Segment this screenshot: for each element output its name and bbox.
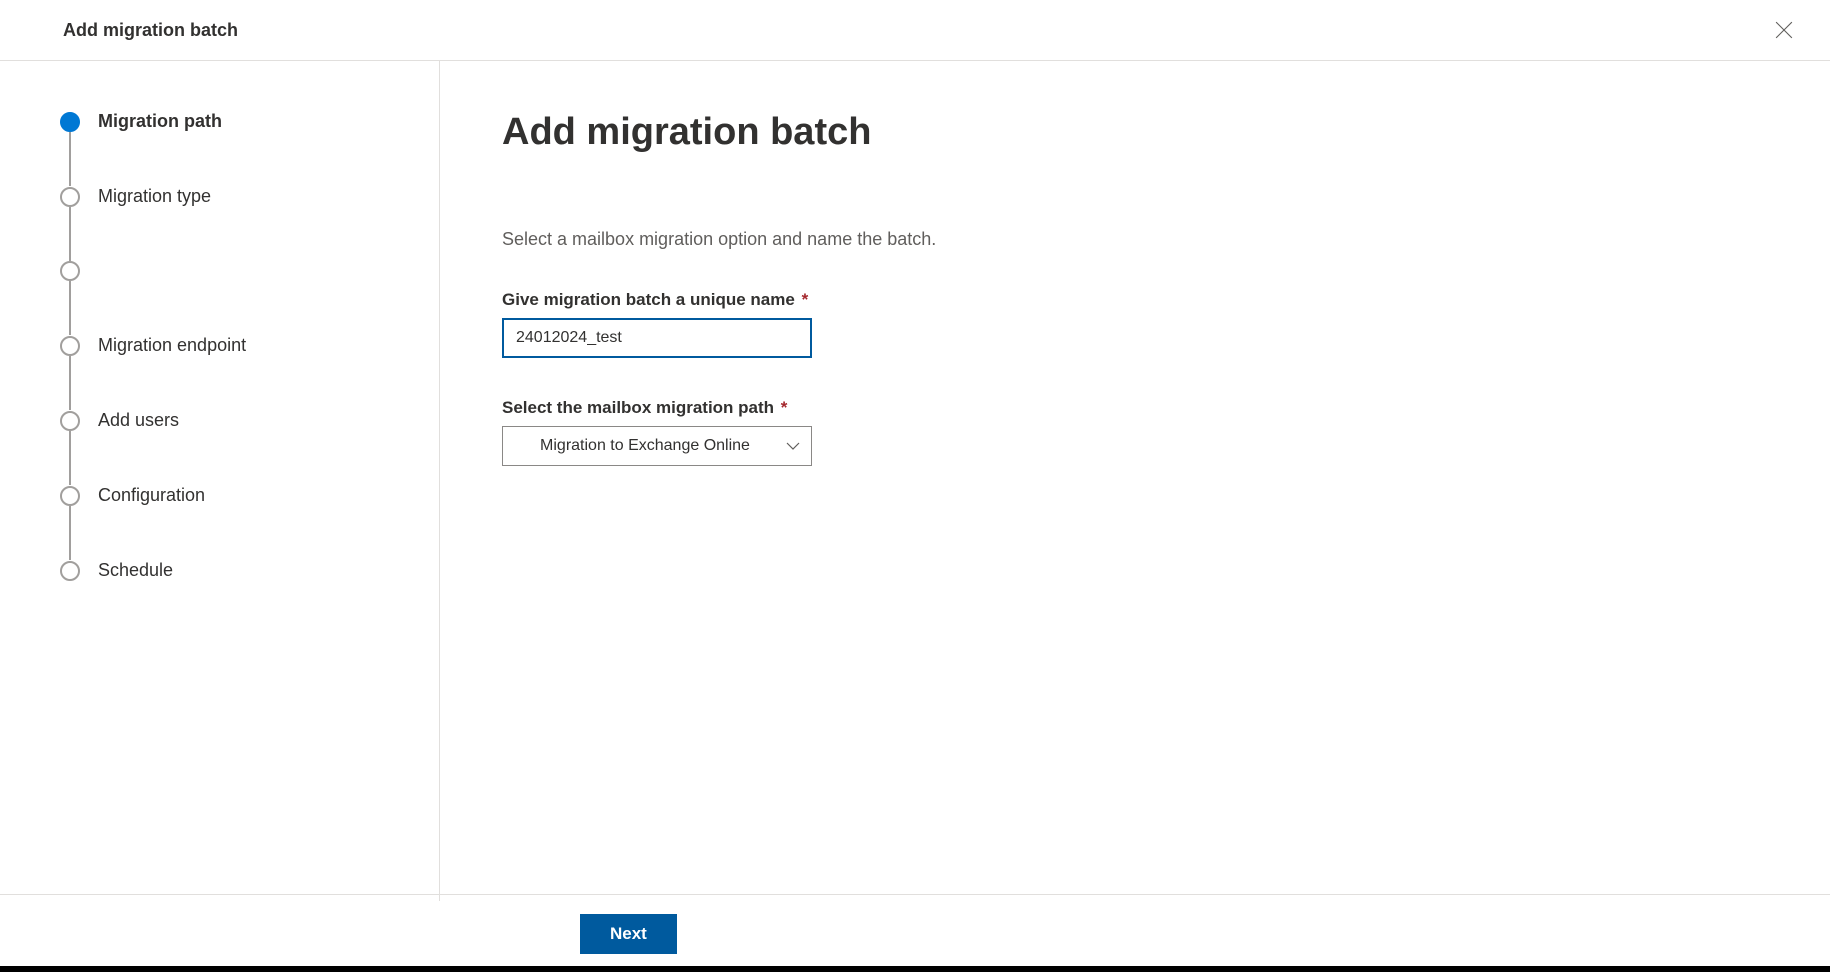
step-add-users[interactable]: Add users — [60, 410, 439, 431]
batch-name-label: Give migration batch a unique name * — [502, 290, 1830, 310]
step-connector — [69, 431, 71, 485]
step-label: Migration type — [98, 186, 211, 207]
dialog-title: Add migration batch — [63, 20, 238, 41]
step-label: Configuration — [98, 485, 205, 506]
page-title: Add migration batch — [502, 111, 1830, 154]
step-marker-icon — [60, 411, 80, 431]
step-marker-icon — [60, 336, 80, 356]
main-panel: Add migration batch Select a mailbox mig… — [440, 61, 1830, 901]
step-marker-icon — [60, 187, 80, 207]
step-label: Migration path — [98, 111, 222, 132]
batch-name-input[interactable] — [502, 318, 812, 358]
step-connector — [69, 356, 71, 410]
page-description: Select a mailbox migration option and na… — [502, 229, 1830, 250]
required-indicator: * — [802, 290, 809, 309]
wizard-sidebar: Migration path Migration type Migration … — [0, 61, 440, 901]
migration-path-label: Select the mailbox migration path * — [502, 398, 1830, 418]
migration-path-group: Select the mailbox migration path * Migr… — [502, 398, 1830, 466]
close-button[interactable] — [1768, 14, 1800, 46]
batch-name-group: Give migration batch a unique name * — [502, 290, 1830, 358]
step-marker-icon — [60, 112, 80, 132]
close-icon — [1775, 21, 1793, 39]
step-connector — [69, 132, 71, 186]
step-label: Schedule — [98, 560, 173, 581]
step-connector — [69, 506, 71, 560]
step-marker-icon — [60, 486, 80, 506]
bottom-border — [0, 966, 1830, 972]
dialog-header: Add migration batch — [0, 0, 1830, 61]
step-migration-endpoint[interactable]: Migration endpoint — [60, 335, 439, 356]
dialog-content: Migration path Migration type Migration … — [0, 61, 1830, 901]
step-schedule[interactable]: Schedule — [60, 560, 439, 581]
step-label: Add users — [98, 410, 179, 431]
step-migration-type[interactable]: Migration type — [60, 186, 439, 207]
step-connector — [69, 281, 71, 335]
step-migration-path[interactable]: Migration path — [60, 111, 439, 132]
step-marker-icon — [60, 261, 80, 281]
migration-path-label-text: Select the mailbox migration path — [502, 398, 774, 417]
batch-name-label-text: Give migration batch a unique name — [502, 290, 795, 309]
dialog-footer: Next — [0, 894, 1830, 972]
migration-path-select[interactable]: Migration to Exchange Online — [502, 426, 812, 466]
required-indicator: * — [781, 398, 788, 417]
step-prerequisite[interactable] — [60, 261, 439, 281]
migration-path-select-wrapper: Migration to Exchange Online — [502, 426, 812, 466]
step-label: Migration endpoint — [98, 335, 246, 356]
step-list: Migration path Migration type Migration … — [60, 111, 439, 581]
step-configuration[interactable]: Configuration — [60, 485, 439, 506]
step-connector — [69, 207, 71, 261]
step-marker-icon — [60, 561, 80, 581]
next-button[interactable]: Next — [580, 914, 677, 954]
